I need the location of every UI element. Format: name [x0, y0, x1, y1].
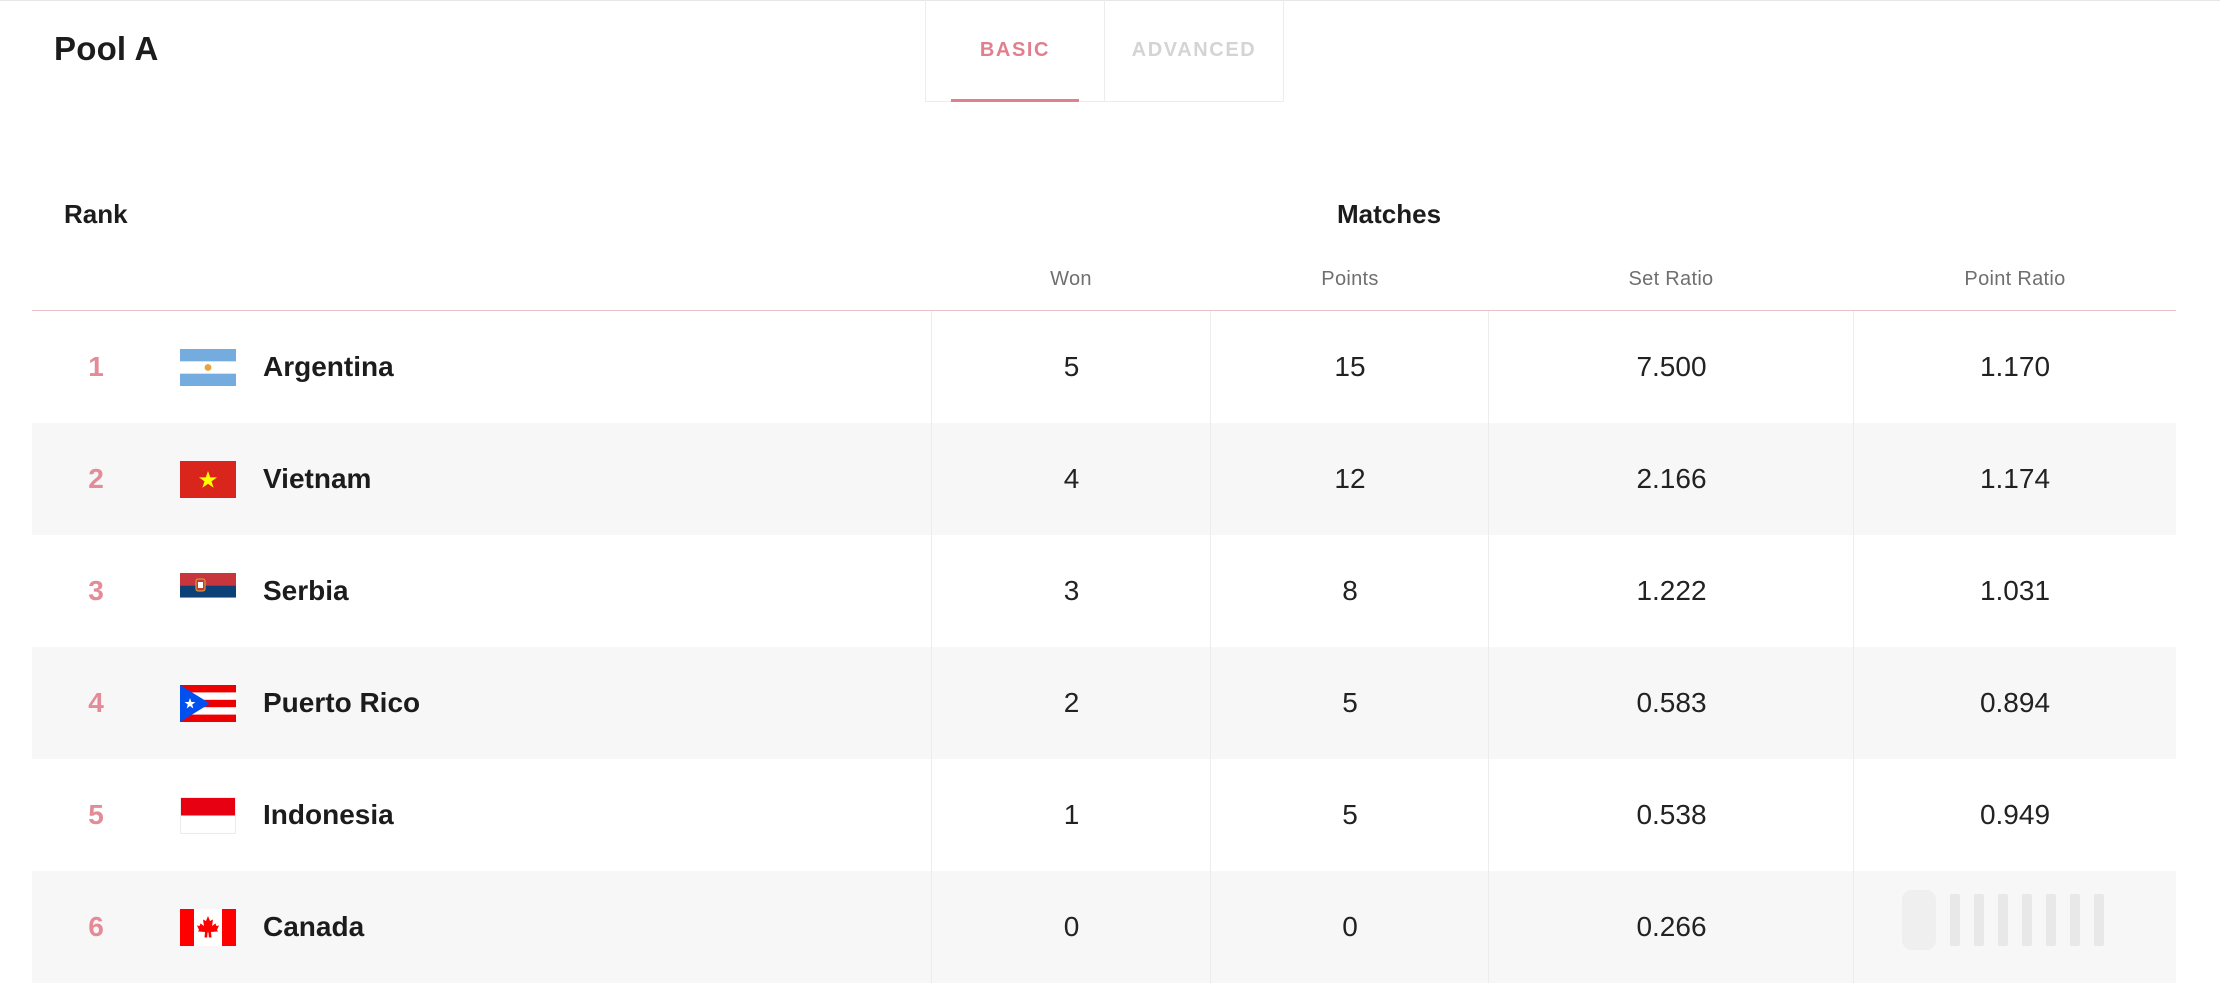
team-name[interactable]: Vietnam: [263, 423, 371, 535]
points-cell: 12: [1334, 463, 1366, 494]
set-ratio-cell: 2.166: [1636, 463, 1707, 494]
point-ratio-column-header: Point Ratio: [1964, 268, 2066, 290]
set-ratio-cell: 1.222: [1636, 575, 1707, 606]
canada-flag-icon: [180, 909, 236, 946]
tab-advanced[interactable]: ADVANCED: [1105, 0, 1283, 101]
overlay-bar: [2094, 894, 2104, 946]
set-ratio-cell: 7.500: [1636, 351, 1707, 382]
rank-column-header: Rank: [64, 199, 128, 229]
vietnam-flag-icon: [180, 461, 236, 498]
point-ratio-cell: 0.894: [1979, 687, 2051, 718]
overlay-bar: [1974, 894, 1984, 946]
points-cell: 8: [1342, 575, 1358, 606]
view-tabs: BASIC ADVANCED: [925, 0, 1284, 102]
watermark-overlay: [1890, 880, 2210, 960]
points-cell: 0: [1342, 911, 1358, 942]
set-ratio-cell: 0.583: [1636, 687, 1707, 718]
team-name[interactable]: Argentina: [263, 311, 394, 423]
table-row[interactable]: 5 Indonesia 1 5 0.538 0.949: [32, 759, 2176, 871]
tab-basic[interactable]: BASIC: [926, 0, 1105, 102]
rank-cell: 2: [88, 463, 104, 494]
overlay-pill: [1902, 890, 1936, 950]
pool-title: Pool A: [54, 30, 159, 67]
overlay-bar: [1998, 894, 2008, 946]
argentina-flag-icon: [180, 349, 236, 386]
table-row[interactable]: 2 Vietnam 4 12 2.166 1.174: [32, 423, 2176, 535]
won-cell: 0: [1063, 911, 1080, 942]
points-column-header: Points: [1321, 268, 1379, 290]
point-ratio-cell: 1.170: [1979, 351, 2051, 382]
set-ratio-cell: 0.538: [1636, 799, 1707, 830]
table-row[interactable]: 3 Serbia 3 8 1.222 1.031: [32, 535, 2176, 647]
won-column-header: Won: [1050, 268, 1092, 290]
overlay-bar: [1950, 894, 1960, 946]
matches-group-header: Matches: [1337, 199, 1442, 229]
point-ratio-cell: 0.949: [1979, 799, 2051, 830]
puerto-rico-flag-icon: [180, 685, 236, 722]
won-cell: 4: [1063, 463, 1080, 494]
point-ratio-cell: 1.031: [1979, 575, 2051, 606]
overlay-bar: [2046, 894, 2056, 946]
table-row[interactable]: 1 Argentina 5 15 7.500 1.170: [32, 311, 2176, 423]
rank-cell: 4: [88, 687, 104, 718]
won-cell: 3: [1063, 575, 1080, 606]
points-cell: 15: [1334, 351, 1366, 382]
table-row[interactable]: 6 Canada 0 0 0.266: [32, 871, 2176, 983]
rank-cell: 5: [88, 799, 104, 830]
team-name[interactable]: Serbia: [263, 535, 349, 647]
standings-table: 1 Argentina 5 15 7.500 1.170 2 Vietnam 4…: [32, 311, 2176, 983]
indonesia-flag-icon: [180, 797, 236, 834]
won-cell: 1: [1063, 799, 1080, 830]
point-ratio-cell: 1.174: [1979, 463, 2051, 494]
team-name[interactable]: Indonesia: [263, 759, 394, 871]
won-cell: 5: [1063, 351, 1080, 382]
rank-cell: 6: [88, 911, 104, 942]
won-cell: 2: [1063, 687, 1080, 718]
team-name[interactable]: Puerto Rico: [263, 647, 420, 759]
points-cell: 5: [1342, 799, 1358, 830]
table-row[interactable]: 4 Puerto Rico 2 5 0.583 0.894: [32, 647, 2176, 759]
points-cell: 5: [1342, 687, 1358, 718]
set-ratio-cell: 0.266: [1636, 911, 1707, 942]
set-ratio-column-header: Set Ratio: [1628, 268, 1714, 290]
rank-cell: 1: [88, 351, 104, 382]
serbia-flag-icon: [180, 573, 236, 610]
overlay-bar: [2070, 894, 2080, 946]
team-name[interactable]: Canada: [263, 871, 364, 983]
rank-cell: 3: [88, 575, 104, 606]
overlay-bar: [2022, 894, 2032, 946]
